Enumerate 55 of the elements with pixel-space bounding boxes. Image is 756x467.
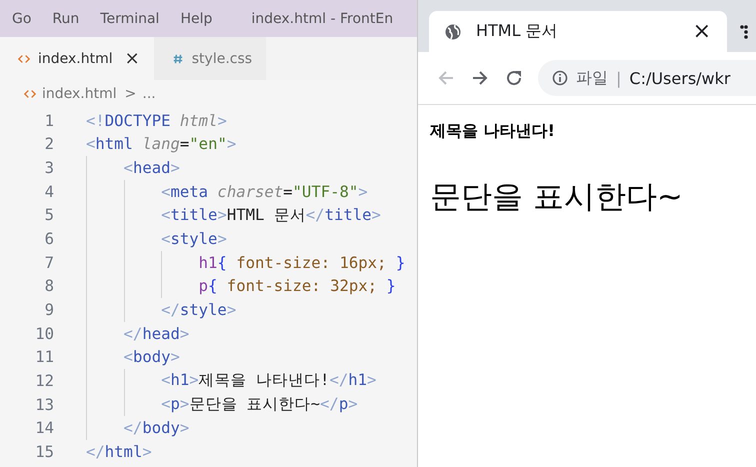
code-line: <body> <box>124 348 180 366</box>
breadcrumb-separator: > <box>124 86 136 102</box>
code-line: <p>문단을 표시한다~</p> <box>161 394 358 415</box>
address-bar[interactable]: 파일 | C:/Users/wkr <box>538 60 756 96</box>
code-line: </html> <box>86 442 152 461</box>
browser-tab[interactable]: HTML 문서 × <box>429 11 727 52</box>
editor-tab[interactable]: style.css <box>154 37 266 80</box>
hash-icon <box>172 54 184 64</box>
line-number: 5 <box>44 206 54 224</box>
code-line: </body> <box>124 419 190 438</box>
close-icon[interactable]: × <box>124 48 140 69</box>
page-paragraph: 문단을 표시한다~ <box>430 178 684 217</box>
menu-item[interactable]: Help <box>180 10 212 26</box>
window-title: index.html - FrontEn <box>251 10 394 26</box>
menu-item[interactable]: Go <box>12 10 32 26</box>
line-number: 15 <box>34 442 54 461</box>
line-number: 13 <box>34 396 54 414</box>
line-number: 10 <box>34 324 54 343</box>
code-line: <head> <box>124 159 180 178</box>
code-brackets-icon <box>24 89 36 99</box>
line-number: 2 <box>44 135 54 154</box>
code-line: <title>HTML 문서</title> <box>161 204 381 226</box>
breadcrumb-item[interactable]: ... <box>142 86 156 102</box>
line-number: 3 <box>44 159 54 178</box>
code-line: <style> <box>161 230 227 248</box>
url-text: C:/Users/wkr <box>629 68 730 88</box>
menu-item[interactable]: Run <box>52 10 80 26</box>
address-separator: | <box>616 68 622 88</box>
code-line: <meta charset="UTF-8"> <box>161 182 368 201</box>
line-number: 4 <box>44 182 54 201</box>
breadcrumb-item[interactable]: index.html <box>42 86 117 102</box>
code-line: <h1>제목을 나타낸다!</h1> <box>161 370 376 392</box>
reload-icon[interactable] <box>504 68 524 88</box>
code-line: p{ font-size: 32px; } <box>198 277 396 296</box>
menu-item[interactable]: Terminal <box>100 10 160 26</box>
line-number: 11 <box>34 348 54 366</box>
code-line: </style> <box>161 300 236 319</box>
globe-icon <box>445 24 461 40</box>
code-line: </head> <box>124 324 190 343</box>
line-number: 8 <box>44 277 54 296</box>
line-number: 6 <box>44 230 54 248</box>
info-icon <box>552 70 568 86</box>
dots-icon[interactable] <box>740 23 748 41</box>
code-line: <html lang="en"> <box>86 135 236 154</box>
line-number: 12 <box>34 372 54 390</box>
code-line: h1{ font-size: 16px; } <box>198 254 406 272</box>
close-icon[interactable]: × <box>692 19 711 44</box>
line-number: 1 <box>44 112 54 130</box>
scheme-label: 파일 <box>576 68 608 88</box>
line-number: 14 <box>34 419 54 438</box>
code-brackets-icon <box>18 54 30 64</box>
line-number: 7 <box>44 254 54 272</box>
page-heading: 제목을 나타낸다! <box>430 121 556 142</box>
code-line: <!DOCTYPE html> <box>86 112 227 130</box>
line-number: 9 <box>44 300 54 319</box>
